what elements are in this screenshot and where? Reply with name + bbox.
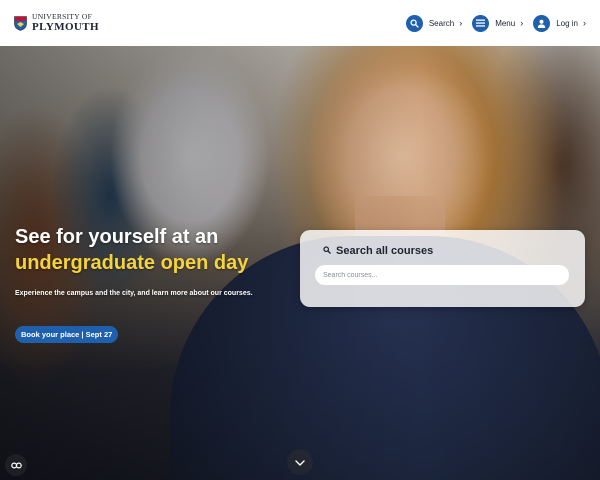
- crest-icon: [14, 15, 27, 31]
- course-search-heading-text: Search all courses: [336, 245, 434, 257]
- book-place-button[interactable]: Book your place | Sept 27: [15, 326, 119, 343]
- search-icon: [405, 14, 423, 32]
- hero-title-line-2: undergraduate open day: [15, 252, 249, 274]
- search-icon: [323, 245, 331, 257]
- hero-banner: See for yourself at an undergraduate ope…: [0, 46, 600, 480]
- university-logo[interactable]: UNIVERSITY OF PLYMOUTH: [14, 13, 99, 33]
- user-icon: [533, 14, 551, 32]
- chevron-right-icon: ›: [459, 18, 463, 28]
- cookie-settings-icon: [10, 456, 22, 474]
- nav-login-label: Log in: [556, 18, 578, 28]
- logo-line-1: UNIVERSITY OF: [32, 12, 93, 22]
- site-header: UNIVERSITY OF PLYMOUTH Search › Menu › L…: [0, 0, 600, 46]
- nav-search[interactable]: Search ›: [405, 14, 463, 32]
- scroll-down-button[interactable]: [287, 449, 313, 475]
- hero-title: See for yourself at an undergraduate ope…: [15, 224, 295, 276]
- nav-search-label: Search: [428, 18, 455, 28]
- logo-line-2: PLYMOUTH: [32, 20, 99, 33]
- menu-icon: [472, 14, 490, 32]
- hero-text-block: See for yourself at an undergraduate ope…: [15, 224, 295, 297]
- hero-title-line-1: See for yourself at an: [15, 226, 219, 248]
- course-search-input[interactable]: [315, 265, 569, 285]
- header-nav: Search › Menu › Log in ›: [405, 14, 586, 32]
- course-search-heading: Search all courses: [323, 245, 433, 257]
- nav-login[interactable]: Log in ›: [533, 14, 586, 32]
- cookie-settings-button[interactable]: [5, 454, 27, 476]
- chevron-right-icon: ›: [583, 18, 586, 28]
- course-search-card: Search all courses: [300, 230, 585, 307]
- chevron-down-icon: [295, 453, 305, 471]
- hero-subtitle: Experience the campus and the city, and …: [15, 290, 253, 297]
- chevron-right-icon: ›: [520, 18, 524, 28]
- nav-menu[interactable]: Menu ›: [472, 14, 524, 32]
- nav-menu-label: Menu: [495, 18, 516, 28]
